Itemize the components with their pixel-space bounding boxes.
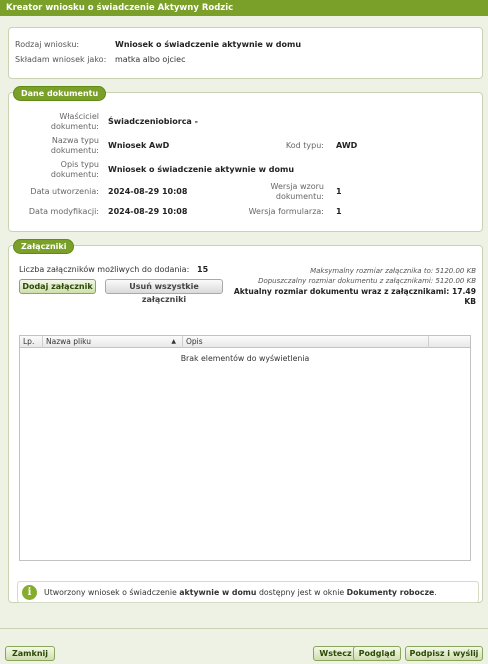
skladam-value: matka albo ojciec	[115, 55, 186, 64]
wersja-wzoru-value: 1	[336, 187, 342, 196]
info-box: i Utworzony wniosek o świadczenie aktywn…	[17, 581, 479, 603]
data-utworzenia-label: Data utworzenia:	[30, 187, 99, 196]
nazwa-typu-value: Wniosek AwD	[108, 141, 170, 150]
close-button[interactable]: Zamknij	[5, 646, 55, 661]
column-opis[interactable]: Opis	[183, 336, 429, 348]
sign-and-send-button[interactable]: Podpisz i wyślij	[405, 646, 483, 661]
skladam-label: Składam wniosek jako:	[15, 55, 107, 64]
remove-all-attachments-button[interactable]: Usuń wszystkie załączniki	[105, 279, 223, 304]
zalaczniki-panel: Załączniki Liczba załączników możliwych …	[8, 239, 483, 603]
data-modyfikacji-value: 2024-08-29 10:08	[108, 207, 188, 216]
empty-table-message: Brak elementów do wyświetlenia	[180, 354, 310, 363]
info-message: Utworzony wniosek o świadczenie aktywnie…	[44, 588, 437, 597]
kod-typu-label: Kod typu:	[285, 141, 324, 150]
liczba-zalacznikow-label: Liczba załączników możliwych do dodania:	[19, 265, 190, 274]
info-text-bold-type: aktywnie w domu	[179, 588, 257, 597]
zalaczniki-legend: Załączniki	[13, 239, 75, 254]
preview-button[interactable]: Podgląd	[353, 646, 401, 661]
aktualny-rozmiar-unit: KB	[464, 297, 476, 306]
max-rozmiar-text: Maksymalny rozmiar załącznika to: 5120.0…	[310, 267, 476, 275]
opis-typu-label: Opis typu dokumentu:	[50, 160, 99, 179]
footer-divider	[0, 628, 488, 629]
column-nazwa-pliku-label: Nazwa pliku	[46, 337, 92, 346]
dane-dokumentu-legend: Dane dokumentu	[13, 86, 107, 101]
column-lp[interactable]: Lp.	[20, 336, 43, 348]
dopuszczalny-rozmiar-text: Dopuszczalny rozmiar dokumentu z załączn…	[258, 277, 476, 285]
attachments-table: Lp. Nazwa pliku ▲ Opis Brak elementów do…	[19, 335, 471, 561]
data-modyfikacji-label: Data modyfikacji:	[28, 207, 99, 216]
opis-typu-value: Wniosek o świadczenie aktywnie w domu	[108, 165, 295, 174]
dane-dokumentu-panel: Dane dokumentu Właściciel dokumentu: Świ…	[8, 86, 483, 232]
wniosek-type-panel: Rodzaj wniosku: Wniosek o świadczenie ak…	[8, 27, 483, 79]
back-button[interactable]: Wstecz	[313, 646, 358, 661]
aktualny-rozmiar-text: Aktualny rozmiar dokumentu wraz z załącz…	[233, 287, 476, 296]
wlasciciel-label: Właściciel dokumentu:	[50, 112, 99, 131]
info-text-part: Utworzony wniosek o świadczenie	[44, 588, 180, 597]
info-icon: i	[22, 585, 37, 600]
info-text-part: dostępny jest w oknie	[256, 588, 347, 597]
data-utworzenia-value: 2024-08-29 10:08	[108, 187, 188, 196]
info-text-bold-window: Dokumenty robocze	[346, 588, 435, 597]
wersja-formularza-value: 1	[336, 207, 342, 216]
rodzaj-label: Rodzaj wniosku:	[15, 40, 80, 49]
rodzaj-value: Wniosek o świadczenie aktywnie w domu	[115, 40, 302, 49]
add-attachment-button[interactable]: Dodaj załącznik	[19, 279, 96, 294]
table-header: Lp. Nazwa pliku ▲ Opis	[20, 336, 470, 348]
liczba-zalacznikow-value: 15	[197, 265, 209, 274]
kod-typu-value: AWD	[336, 141, 358, 150]
info-text-part: .	[434, 588, 437, 597]
sort-asc-icon: ▲	[171, 338, 176, 345]
wlasciciel-value: Świadczeniobiorca -	[108, 117, 198, 126]
wersja-wzoru-label: Wersja wzoru dokumentu:	[270, 182, 324, 201]
window-title: Kreator wniosku o świadczenie Aktywny Ro…	[0, 0, 488, 16]
column-nazwa-pliku[interactable]: Nazwa pliku ▲	[43, 336, 183, 348]
wersja-formularza-label: Wersja formularza:	[248, 207, 324, 216]
nazwa-typu-label: Nazwa typu dokumentu:	[50, 136, 99, 155]
column-actions	[429, 336, 470, 348]
